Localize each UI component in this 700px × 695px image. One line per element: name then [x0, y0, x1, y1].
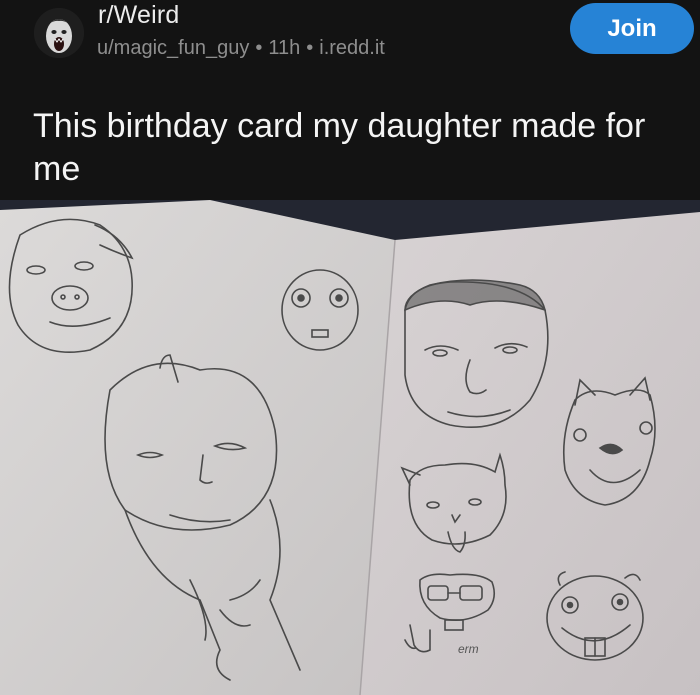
author-link[interactable]: u/magic_fun_guy — [97, 37, 249, 59]
post-age: 11h — [268, 37, 301, 59]
subreddit-name[interactable]: r/Weird — [98, 1, 180, 30]
post-title[interactable]: This birthday card my daughter made for … — [33, 105, 693, 191]
post-header: r/Weird u/magic_fun_guy • 11h • i.redd.it Jo… — [0, 0, 700, 200]
handwritten-erm: erm — [458, 642, 479, 656]
meta-separator: • — [306, 37, 314, 59]
post-domain[interactable]: i.redd.it — [319, 37, 385, 59]
screaming-face-icon — [34, 8, 84, 58]
subreddit-avatar[interactable] — [34, 8, 84, 58]
post-image[interactable]: erm — [0, 200, 700, 695]
post-meta: u/magic_fun_guy • 11h • i.redd.it — [97, 37, 385, 60]
join-button[interactable]: Join — [570, 3, 694, 54]
birthday-card-photo: erm — [0, 200, 700, 695]
meta-separator: • — [255, 37, 263, 59]
